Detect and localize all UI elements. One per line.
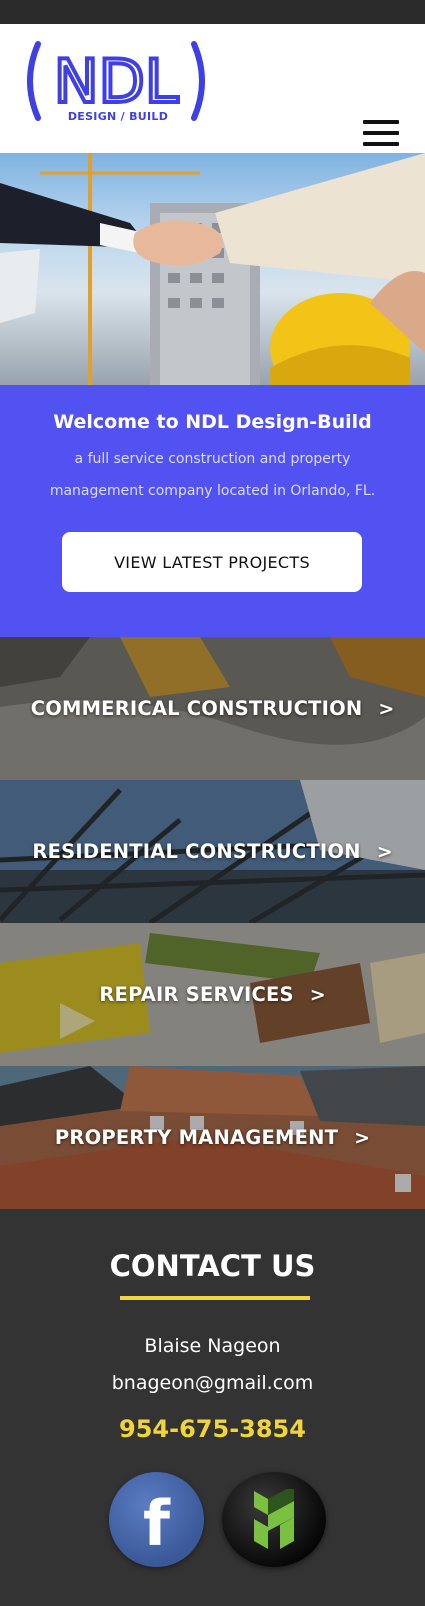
- welcome-subtitle-line2: management company located in Orlando, F…: [49, 483, 376, 499]
- contact-phone-link[interactable]: 954-675-3854: [0, 1415, 425, 1443]
- houzz-logo-icon: [254, 1488, 294, 1549]
- status-bar: [0, 0, 425, 24]
- welcome-subtitle-line1: a full service construction and property: [74, 451, 351, 467]
- welcome-section: Welcome to NDL Design-Build a full servi…: [0, 385, 425, 637]
- hamburger-menu-icon[interactable]: [363, 120, 399, 146]
- service-commercial-construction[interactable]: COMMERICAL CONSTRUCTION >: [0, 637, 425, 780]
- chevron-right-icon: >: [309, 983, 326, 1006]
- houzz-icon[interactable]: [222, 1472, 326, 1567]
- welcome-subtitle: a full service construction and property…: [30, 443, 395, 507]
- service-residential-construction[interactable]: RESIDENTIAL CONSTRUCTION >: [0, 780, 425, 923]
- contact-email-link[interactable]: bnageon@gmail.com: [0, 1372, 425, 1394]
- logo-tagline: DESIGN / BUILD: [67, 110, 169, 123]
- contact-title: CONTACT US: [109, 1249, 316, 1283]
- chevron-right-icon: >: [354, 1126, 371, 1149]
- service-repair-services[interactable]: REPAIR SERVICES >: [0, 923, 425, 1066]
- site-header: NDL DESIGN / BUILD: [0, 24, 425, 153]
- service-label: RESIDENTIAL CONSTRUCTION: [32, 840, 361, 863]
- service-label: COMMERICAL CONSTRUCTION: [30, 697, 363, 720]
- chevron-right-icon: >: [376, 840, 393, 863]
- contact-section: CONTACT US Blaise Nageon bnageon@gmail.c…: [0, 1209, 425, 1602]
- service-property-management[interactable]: PROPERTY MANAGEMENT >: [0, 1066, 425, 1209]
- contact-name: Blaise Nageon: [144, 1335, 281, 1357]
- chevron-right-icon: >: [378, 697, 395, 720]
- svg-text:NDL: NDL: [54, 47, 179, 117]
- hero-image: [0, 153, 425, 385]
- facebook-icon[interactable]: f: [109, 1472, 204, 1567]
- facebook-glyph: f: [143, 1486, 170, 1560]
- contact-title-underline: [120, 1296, 310, 1300]
- view-latest-projects-button[interactable]: VIEW LATEST PROJECTS: [62, 532, 362, 592]
- service-label: REPAIR SERVICES: [99, 983, 294, 1006]
- welcome-title: Welcome to NDL Design-Build: [53, 411, 372, 433]
- service-label: PROPERTY MANAGEMENT: [54, 1126, 339, 1149]
